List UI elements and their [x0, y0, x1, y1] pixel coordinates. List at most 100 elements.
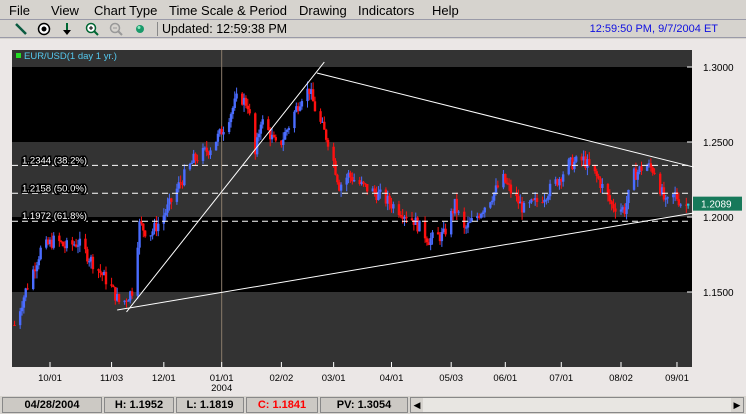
candle-body [283, 131, 287, 140]
status-pv: PV: 1.3054 [320, 397, 408, 413]
candle [504, 173, 507, 184]
candle-body [362, 181, 365, 184]
zoom-out-icon[interactable] [108, 21, 124, 37]
candle-body [175, 188, 179, 202]
candle [214, 141, 218, 151]
price-chart[interactable]: 1.2344 (38.2%) 1.2158 (50.0%) 1.1972 (61.8… [0, 39, 746, 396]
candle-body [274, 137, 277, 141]
x-tick-label: 02/02 [269, 373, 293, 384]
candle-body [216, 133, 220, 142]
menu-indicators[interactable]: Indicators [358, 3, 414, 18]
download-arrow-icon[interactable] [59, 21, 75, 37]
candle-body [259, 124, 263, 134]
candle-body [18, 311, 22, 326]
candle-body [468, 221, 472, 223]
candle-body [481, 212, 485, 214]
candle-body [436, 232, 440, 235]
zoom-in-icon[interactable] [84, 21, 100, 37]
candle-body [37, 259, 41, 266]
candle-body [405, 216, 408, 219]
status-high: H: 1.1952 [104, 397, 174, 413]
candle-body [397, 204, 401, 216]
chart-title: EUR/USD(1 day 1 yr.) [24, 51, 117, 62]
candle-body [496, 185, 500, 188]
status-close: C: 1.1841 [246, 397, 318, 413]
menu-help[interactable]: Help [432, 3, 459, 18]
x-tick-label: 07/01 [549, 373, 573, 384]
candle-body [455, 198, 458, 213]
x-tick-label: 09/01 [665, 373, 689, 384]
candle-body [640, 166, 643, 171]
candle-body [138, 221, 141, 248]
candle-body [507, 183, 511, 185]
scroll-right-icon[interactable]: ▶ [731, 398, 743, 412]
candle-body [244, 97, 248, 106]
menu-drawing[interactable]: Drawing [299, 3, 347, 18]
x-tick-label: 08/02 [609, 373, 633, 384]
globe-icon[interactable] [132, 21, 148, 37]
horizontal-scrollbar[interactable]: ◀ ▶ [410, 397, 744, 413]
candle-body [267, 119, 270, 131]
chart-band [12, 217, 692, 292]
x-tick-label: 03/01 [322, 373, 346, 384]
candle-body [227, 122, 231, 133]
candle-body [612, 204, 615, 209]
candle-body [313, 101, 317, 112]
candle-body [282, 139, 285, 145]
candle-body [261, 119, 264, 125]
candle-body [522, 202, 526, 213]
candle-body [352, 180, 356, 182]
candle-body [110, 284, 113, 286]
candle-body [71, 240, 74, 245]
candle-body [257, 133, 261, 138]
menu-bar: File View Chart Type Time Scale & Period… [0, 0, 746, 20]
candle-body [162, 215, 166, 224]
trendline-icon[interactable] [13, 21, 29, 37]
candle-body [233, 98, 236, 108]
candle-body [334, 160, 337, 175]
candle-body [24, 288, 27, 298]
menu-file[interactable]: File [9, 3, 30, 18]
crosshair-icon[interactable] [36, 21, 52, 37]
candle-body [196, 160, 199, 162]
candle-body [597, 175, 600, 179]
candle-body [548, 183, 552, 197]
candle-body [561, 174, 565, 182]
candle-body [26, 288, 29, 290]
y-tick-label: 1.1500 [703, 288, 734, 299]
candle-body [610, 201, 613, 205]
candle-body [545, 199, 548, 201]
candle-body [13, 325, 16, 326]
candle-body [505, 182, 509, 184]
menu-view[interactable]: View [51, 3, 79, 18]
candle-body [608, 195, 611, 202]
candle-body [666, 197, 669, 199]
status-low: L: 1.1819 [176, 397, 244, 413]
candle-body [112, 285, 115, 288]
candle-body [205, 147, 208, 152]
menu-time-scale[interactable]: Time Scale & Period [169, 3, 287, 18]
candle-body [619, 209, 623, 212]
candle-body [425, 238, 429, 243]
candle-body [457, 211, 460, 213]
candle-body [423, 220, 427, 239]
candle-body [201, 147, 205, 161]
candle-body [127, 300, 130, 302]
chart-area[interactable]: 1.2344 (38.2%) 1.2158 (50.0%) 1.1972 (61.8… [0, 39, 746, 396]
candle-body [142, 223, 145, 231]
candle-body [86, 249, 89, 262]
candle-body [535, 198, 539, 203]
scroll-left-icon[interactable]: ◀ [411, 398, 423, 412]
status-bar: 04/28/2004 H: 1.1952 L: 1.1819 C: 1.1841… [0, 396, 746, 414]
candle-body [345, 177, 348, 185]
candle [61, 241, 65, 247]
candle-body [388, 195, 391, 204]
candle-body [78, 238, 82, 246]
menu-chart-type[interactable]: Chart Type [94, 3, 157, 18]
fib-label: 1.2158 (50.0%) [22, 183, 87, 194]
candle-body [645, 165, 649, 171]
candle-body [285, 130, 289, 132]
candle-body [130, 291, 134, 296]
candle-body [298, 106, 302, 111]
status-date: 04/28/2004 [2, 397, 102, 413]
